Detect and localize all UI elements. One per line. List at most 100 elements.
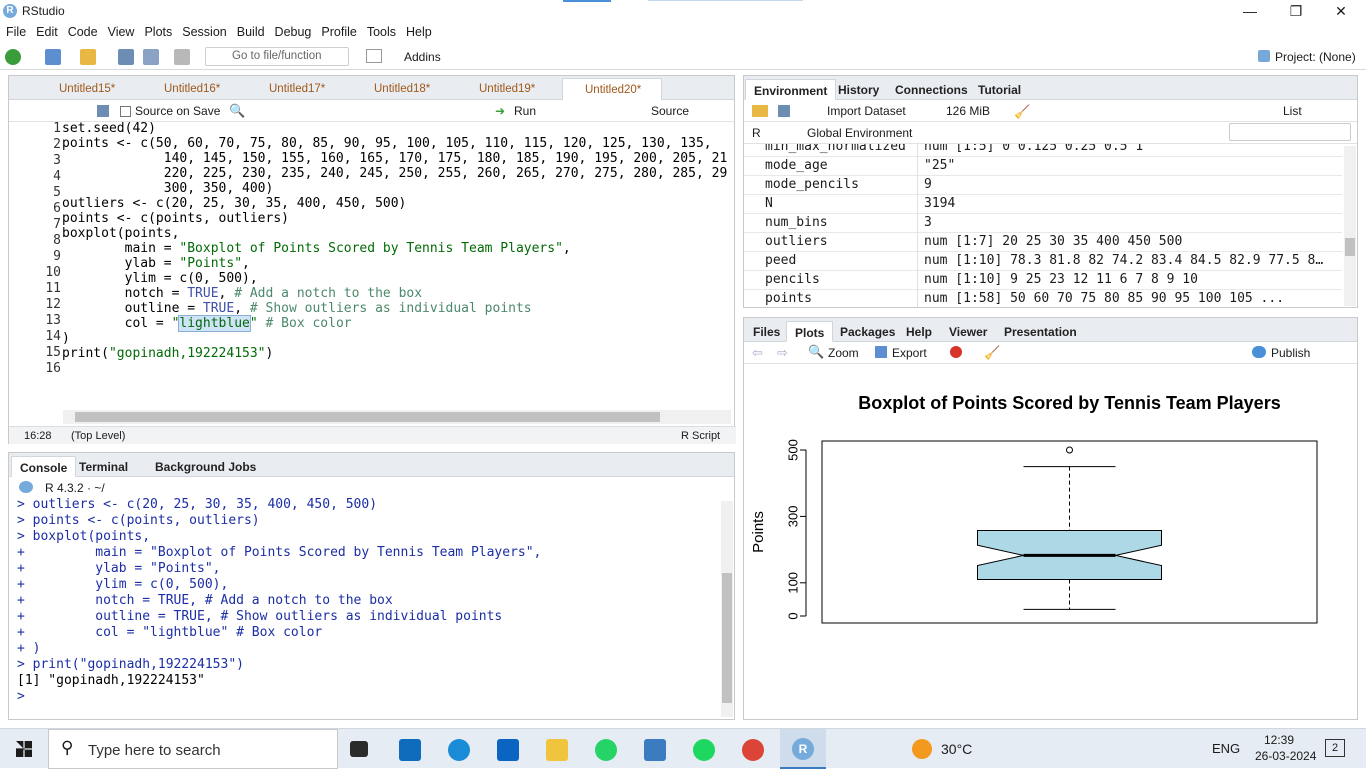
- source-button[interactable]: Source: [651, 104, 689, 118]
- menu-help[interactable]: Help: [401, 22, 437, 39]
- console-prompt[interactable]: >: [17, 689, 33, 704]
- maximize-button[interactable]: ❐: [1273, 0, 1319, 22]
- project-menu[interactable]: Project: (None): [1275, 50, 1356, 64]
- env-row[interactable]: min_max_normalized num [1:5] 0 0.125 0.25…: [744, 144, 1342, 157]
- tab-untitled20[interactable]: Untitled20*: [562, 78, 662, 100]
- run-button[interactable]: Run: [514, 104, 536, 118]
- notifications-button[interactable]: 2: [1325, 739, 1345, 757]
- tab-presentation[interactable]: Presentation: [996, 321, 1085, 342]
- menu-edit[interactable]: Edit: [31, 22, 63, 39]
- memory-usage[interactable]: 126 MiB: [946, 104, 990, 118]
- tab-untitled15[interactable]: Untitled15*: [37, 78, 137, 100]
- clock-date[interactable]: 26-03-2024: [1255, 749, 1316, 763]
- broom-icon[interactable]: 🧹: [984, 345, 1000, 361]
- source-on-save-checkbox[interactable]: [120, 106, 131, 117]
- print-icon[interactable]: [174, 49, 190, 65]
- env-row[interactable]: peed num [1:10] 78.3 81.8 82 74.2 83.4 84…: [744, 252, 1342, 271]
- console-output[interactable]: > outliers <- c(20, 25, 30, 35, 400, 450…: [9, 497, 721, 719]
- load-workspace-icon[interactable]: [752, 105, 768, 117]
- save-icon[interactable]: [118, 49, 134, 65]
- tab-history[interactable]: History: [830, 79, 887, 100]
- clock-time[interactable]: 12:39: [1264, 733, 1294, 747]
- open-file-icon[interactable]: [80, 49, 96, 65]
- env-search-input[interactable]: [1229, 123, 1351, 141]
- scope-selector[interactable]: (Top Level): [71, 430, 125, 442]
- vscroll-thumb[interactable]: [722, 573, 732, 703]
- new-project-icon[interactable]: [45, 49, 61, 65]
- spotify-icon[interactable]: [693, 739, 715, 761]
- tab-connections[interactable]: Connections: [887, 79, 976, 100]
- file-explorer-icon[interactable]: [546, 739, 568, 761]
- remove-plot-icon[interactable]: [950, 346, 962, 358]
- tab-tutorial[interactable]: Tutorial: [970, 79, 1029, 100]
- save-all-icon[interactable]: [143, 49, 159, 65]
- search-icon[interactable]: 🔍: [229, 103, 245, 119]
- menu-session[interactable]: Session: [177, 22, 231, 39]
- new-file-icon[interactable]: [5, 49, 21, 65]
- zoom-button[interactable]: Zoom: [828, 346, 859, 360]
- env-vscrollbar[interactable]: [1344, 146, 1356, 306]
- file-type-selector[interactable]: R Script: [681, 430, 720, 442]
- python-icon[interactable]: [644, 739, 666, 761]
- tab-console[interactable]: Console: [11, 456, 77, 477]
- tab-environment[interactable]: Environment: [745, 79, 837, 100]
- env-row[interactable]: outliers num [1:7] 20 25 30 35 400 450 50…: [744, 233, 1342, 252]
- menu-view[interactable]: View: [103, 22, 140, 39]
- tab-terminal[interactable]: Terminal: [71, 456, 136, 477]
- console-vscrollbar[interactable]: [721, 501, 733, 717]
- env-row[interactable]: mode_age "25": [744, 157, 1342, 176]
- grid-layout-icon[interactable]: [366, 49, 382, 63]
- env-row[interactable]: N 3194: [744, 195, 1342, 214]
- menu-debug[interactable]: Debug: [270, 22, 317, 39]
- tab-untitled18[interactable]: Untitled18*: [352, 78, 452, 100]
- tab-untitled19[interactable]: Untitled19*: [457, 78, 557, 100]
- menu-build[interactable]: Build: [232, 22, 270, 39]
- broom-icon[interactable]: 🧹: [1014, 104, 1030, 120]
- minimize-button[interactable]: —: [1227, 0, 1273, 22]
- back-arrow-icon[interactable]: ⇦: [752, 345, 763, 361]
- env-row[interactable]: mode_pencils 9: [744, 176, 1342, 195]
- save-workspace-icon[interactable]: [778, 105, 790, 117]
- env-row[interactable]: points num [1:58] 50 60 70 75 80 85 90 95…: [744, 290, 1342, 307]
- tab-help[interactable]: Help: [898, 321, 940, 342]
- taskbar-search-box[interactable]: ⚲ Type here to search: [48, 729, 338, 769]
- code-editor[interactable]: set.seed(42) points <- c(50, 60, 70, 75,…: [62, 121, 734, 361]
- hscroll-thumb[interactable]: [75, 412, 660, 422]
- mail-icon[interactable]: [497, 739, 519, 761]
- menu-tools[interactable]: Tools: [362, 22, 401, 39]
- menu-file[interactable]: File: [0, 22, 31, 39]
- tab-files[interactable]: Files: [745, 321, 788, 342]
- editor-hscrollbar[interactable]: [63, 410, 731, 424]
- task-view-icon[interactable]: [350, 741, 368, 757]
- chrome-icon[interactable]: [742, 739, 764, 761]
- menu-profile[interactable]: Profile: [316, 22, 361, 39]
- export-menu[interactable]: Export: [892, 346, 927, 360]
- tab-viewer[interactable]: Viewer: [941, 321, 995, 342]
- env-row[interactable]: pencils num [1:10] 9 25 23 12 11 6 7 8 9 …: [744, 271, 1342, 290]
- rstudio-taskbar-item[interactable]: R: [780, 729, 826, 769]
- save-icon[interactable]: [97, 105, 109, 117]
- menu-code[interactable]: Code: [63, 22, 103, 39]
- list-view-selector[interactable]: List: [1283, 104, 1302, 118]
- publish-button[interactable]: Publish: [1271, 346, 1310, 360]
- tab-untitled16[interactable]: Untitled16*: [142, 78, 242, 100]
- edge-icon[interactable]: [448, 739, 470, 761]
- vscroll-thumb[interactable]: [1345, 238, 1355, 256]
- scope-selector[interactable]: Global Environment: [807, 126, 912, 140]
- close-window-button[interactable]: ✕: [1318, 0, 1364, 22]
- env-row[interactable]: num_bins 3: [744, 214, 1342, 233]
- forward-arrow-icon[interactable]: ⇨: [777, 345, 788, 361]
- tab-untitled17[interactable]: Untitled17*: [247, 78, 347, 100]
- windows-start-icon[interactable]: [16, 741, 32, 757]
- language-selector[interactable]: R: [752, 126, 761, 140]
- weather-temp[interactable]: 30°C: [941, 741, 972, 757]
- goto-file-input[interactable]: Go to file/function: [205, 47, 349, 66]
- whatsapp-icon[interactable]: [595, 739, 617, 761]
- tab-packages[interactable]: Packages: [832, 321, 903, 342]
- input-language[interactable]: ENG: [1212, 741, 1240, 756]
- store-icon[interactable]: [399, 739, 421, 761]
- tab-background-jobs[interactable]: Background Jobs: [147, 456, 264, 477]
- import-dataset-button[interactable]: Import Dataset: [827, 104, 906, 118]
- tab-plots[interactable]: Plots: [786, 321, 834, 342]
- menu-plots[interactable]: Plots: [139, 22, 177, 39]
